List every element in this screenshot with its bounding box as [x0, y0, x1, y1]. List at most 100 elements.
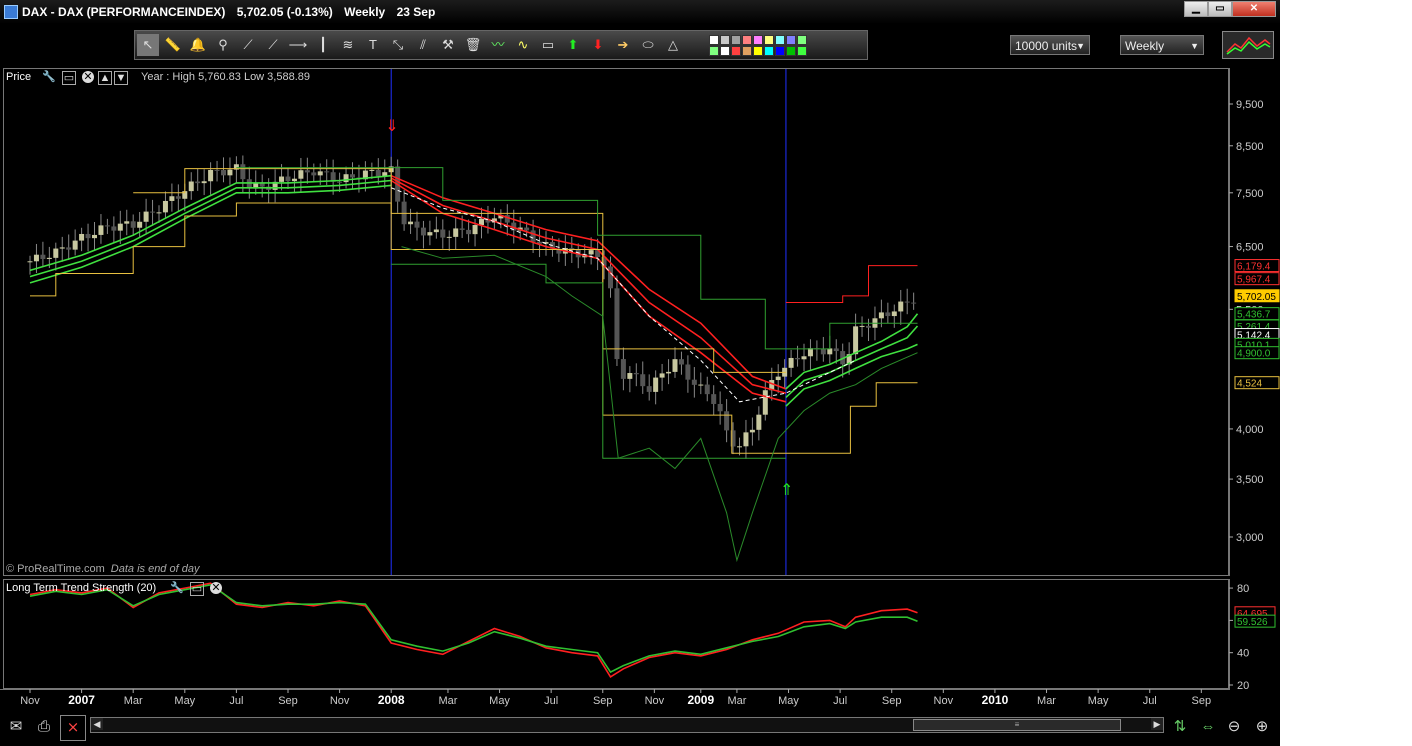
time-tick-label: Jul: [1143, 695, 1157, 707]
candle-body: [633, 373, 639, 375]
move-up-icon[interactable]: ▲: [98, 71, 112, 85]
print-icon[interactable]: ⎙: [32, 715, 56, 739]
indicator-tick-label: 80: [1237, 583, 1249, 595]
color-swatch[interactable]: [731, 35, 741, 45]
indicator-panel: Long Term Trend Strength (20) 🔧 ▭ ✕: [3, 579, 1229, 689]
mail-icon[interactable]: ✉: [4, 715, 28, 739]
horizontal-line-icon[interactable]: ⟶: [287, 34, 309, 56]
credit-text: © ProRealTime.com Data is end of day: [6, 563, 199, 575]
chart-style-button[interactable]: [1222, 31, 1274, 59]
time-scrollbar[interactable]: ◀ ≡ ▶: [90, 717, 1164, 733]
candle-body: [375, 169, 381, 177]
candle-body: [79, 233, 85, 241]
candle-body: [446, 236, 452, 238]
channel-icon[interactable]: ⫽: [412, 34, 434, 56]
color-swatch[interactable]: [720, 46, 730, 56]
close-panel-icon[interactable]: ✕: [82, 71, 94, 83]
wrench-icon[interactable]: 🔧: [42, 71, 56, 83]
price-tick-label: 8,500: [1236, 141, 1264, 153]
fibonacci-icon[interactable]: ≋: [337, 34, 359, 56]
color-swatch[interactable]: [797, 46, 807, 56]
credit-link[interactable]: © ProRealTime.com: [6, 563, 105, 575]
color-swatch[interactable]: [753, 35, 763, 45]
rectangle-icon[interactable]: ▭: [537, 34, 559, 56]
scroll-right-icon[interactable]: ▶: [1151, 718, 1163, 730]
pattern-icon[interactable]: ∿: [512, 34, 534, 56]
ruler-icon[interactable]: 📏: [162, 34, 184, 56]
app-icon: [4, 5, 18, 19]
vertical-line-icon[interactable]: ┃: [312, 34, 334, 56]
candle-body: [820, 349, 826, 355]
color-swatch[interactable]: [742, 46, 752, 56]
candle-body: [337, 181, 343, 183]
zoom-icon[interactable]: ⚲: [212, 34, 234, 56]
scroll-left-icon[interactable]: ◀: [91, 718, 103, 730]
close-button[interactable]: ✕: [1232, 1, 1276, 17]
window-icon[interactable]: ▭: [190, 582, 204, 596]
candle-body: [317, 171, 323, 176]
color-swatch[interactable]: [764, 35, 774, 45]
fit-icon[interactable]: ⇔: [1196, 715, 1220, 739]
color-swatch[interactable]: [797, 35, 807, 45]
scroll-thumb[interactable]: ≡: [913, 719, 1121, 731]
wrench-icon[interactable]: 🔧: [170, 582, 184, 594]
bottom-bar: ✉ ⎙ ⨯ ◀ ≡ ▶ ⇅ ⇔ ⊖ ⊕: [0, 711, 1280, 746]
color-swatch[interactable]: [720, 35, 730, 45]
candle-body: [588, 250, 594, 255]
candle-body: [98, 225, 104, 235]
maximize-button[interactable]: ▭: [1208, 1, 1232, 17]
candle-body: [227, 169, 233, 176]
ellipse-icon[interactable]: ⬭: [637, 34, 659, 56]
candle-body: [169, 196, 175, 201]
candle-body: [304, 170, 310, 173]
color-swatch[interactable]: [753, 46, 763, 56]
window-icon[interactable]: ▭: [62, 71, 76, 85]
color-swatch[interactable]: [709, 35, 719, 45]
scale-icon[interactable]: ⨯: [60, 715, 86, 741]
color-swatch[interactable]: [775, 35, 785, 45]
triangle-icon[interactable]: △: [662, 34, 684, 56]
close-panel-icon[interactable]: ✕: [210, 582, 222, 594]
time-tick-label: 2010: [982, 693, 1009, 707]
trading-app-window: DAX - DAX (PERFORMANCEINDEX) 5,702.05 (-…: [0, 0, 1280, 746]
color-swatch[interactable]: [764, 46, 774, 56]
move-down-icon[interactable]: ▼: [114, 71, 128, 85]
candle-body: [807, 348, 813, 357]
buy-arrow-icon[interactable]: ⬆: [562, 34, 584, 56]
candle-body: [85, 233, 91, 239]
right-arrow-icon[interactable]: ➔: [612, 34, 634, 56]
candle-body: [433, 229, 439, 233]
candle-body: [188, 181, 194, 192]
price-axis-svg: 9,5008,5007,5006,5005,5004,0003,5003,000…: [1229, 68, 1280, 576]
color-swatch[interactable]: [786, 35, 796, 45]
arrows-icon[interactable]: ⤡: [387, 34, 409, 56]
timeframe-dropdown[interactable]: Weekly ▼: [1120, 35, 1204, 55]
candle-body: [175, 196, 181, 199]
color-swatch[interactable]: [731, 46, 741, 56]
bell-icon[interactable]: 🔔: [187, 34, 209, 56]
trendline-icon[interactable]: ⟋: [237, 34, 259, 56]
ray-icon[interactable]: ⟋: [262, 34, 284, 56]
color-swatch[interactable]: [742, 35, 752, 45]
color-swatch[interactable]: [709, 46, 719, 56]
tools-icon[interactable]: ⚒: [437, 34, 459, 56]
units-dropdown[interactable]: 10000 units ▼: [1010, 35, 1090, 55]
auto-scale-icon[interactable]: ⇅: [1168, 715, 1192, 739]
zoom-in-icon[interactable]: ⊕: [1250, 715, 1274, 739]
candle-body: [298, 170, 304, 179]
candle-body: [137, 221, 143, 228]
minimize-button[interactable]: ▁: [1184, 1, 1208, 17]
time-tick-label: Jul: [544, 695, 558, 707]
candle-body: [408, 221, 414, 225]
wave-icon[interactable]: 〰: [487, 34, 509, 56]
trash-icon[interactable]: 🗑: [462, 34, 484, 56]
color-swatch[interactable]: [775, 46, 785, 56]
mini-chart-icon: [1226, 36, 1271, 55]
sell-arrow-icon[interactable]: ⬇: [587, 34, 609, 56]
pointer-icon[interactable]: ↖: [137, 34, 159, 56]
price-tick-label: 4,000: [1236, 424, 1264, 436]
color-swatch[interactable]: [786, 46, 796, 56]
candle-body: [801, 356, 807, 360]
text-icon[interactable]: T: [362, 34, 384, 56]
zoom-out-icon[interactable]: ⊖: [1222, 715, 1246, 739]
